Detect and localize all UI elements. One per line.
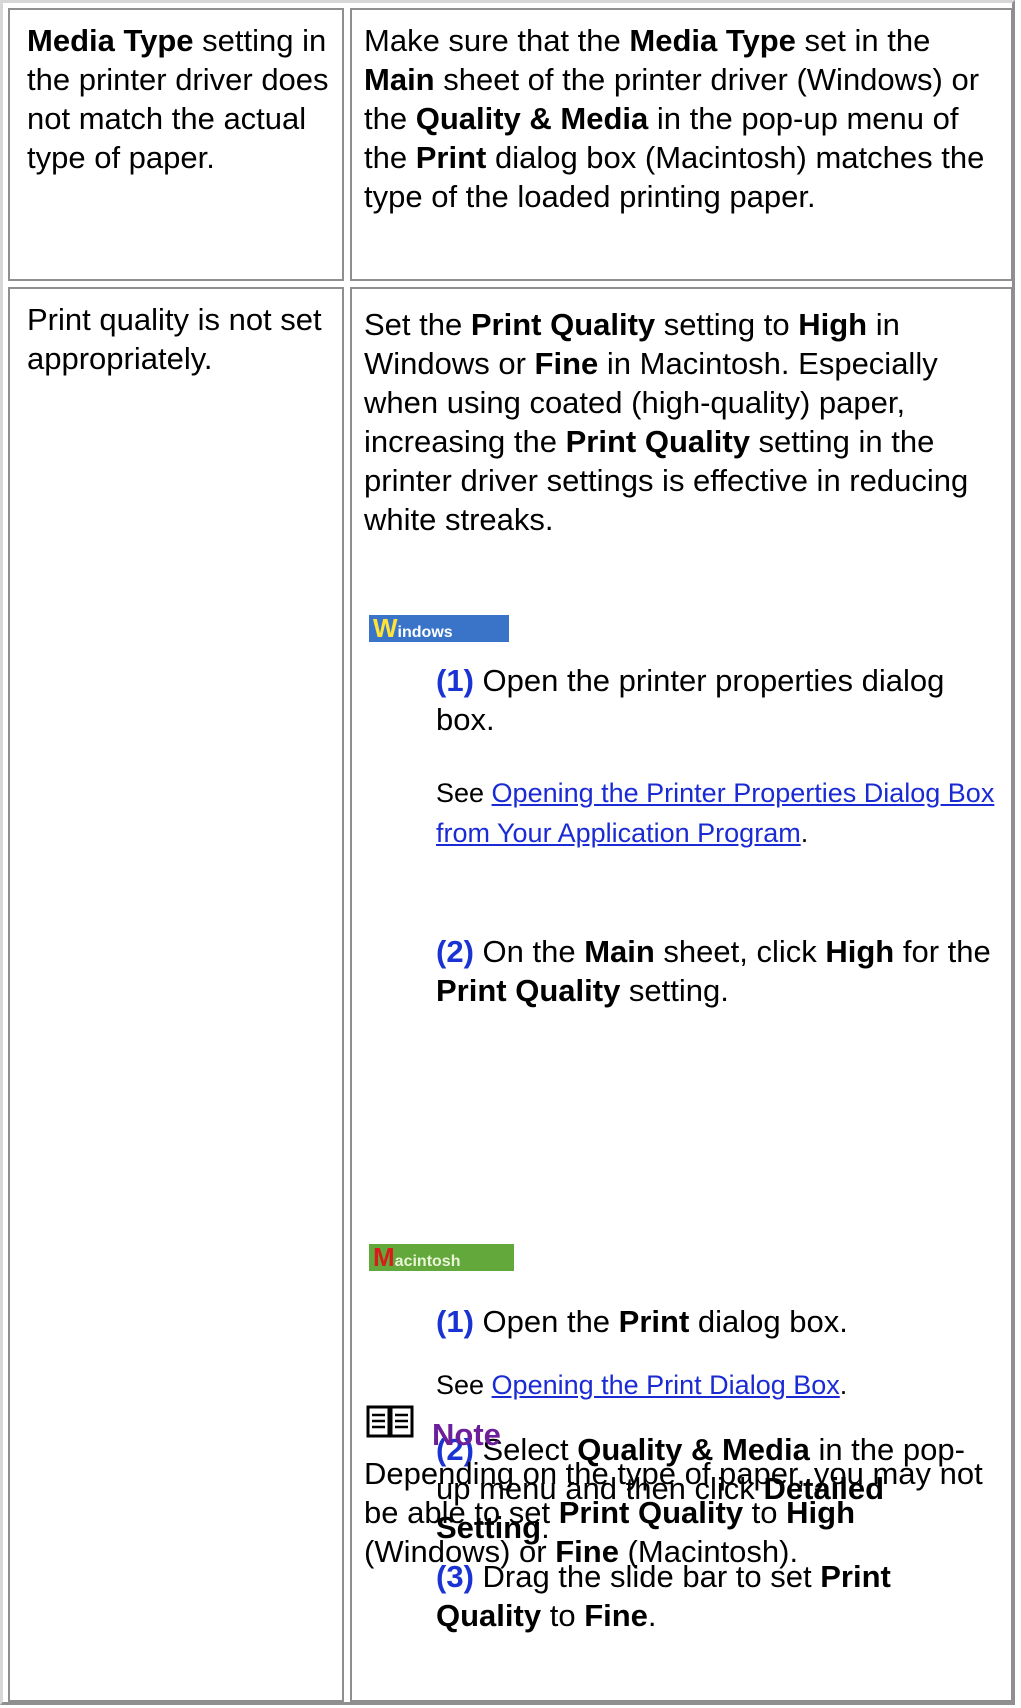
- see-prefix: See: [436, 778, 492, 808]
- text: On the: [473, 934, 585, 969]
- see-suffix: .: [839, 1370, 848, 1400]
- step-number: (1): [436, 1304, 474, 1339]
- bold-term: High: [786, 1495, 856, 1530]
- note-body: Depending on the type of paper, you may …: [364, 1454, 1001, 1571]
- cause-cell-media-type: Media Type setting in the printer driver…: [8, 8, 344, 281]
- badge-initial: W: [373, 613, 398, 643]
- text: set in the: [795, 23, 931, 58]
- solution-text: Make sure that the Media Type set in the…: [364, 21, 1005, 216]
- bold-term: Media Type: [629, 23, 796, 58]
- bold-term: High: [798, 307, 868, 342]
- macintosh-badge: Macintosh: [369, 1244, 514, 1271]
- bold-term: High: [825, 934, 895, 969]
- print-dialog-link[interactable]: Opening the Print Dialog Box: [492, 1370, 840, 1400]
- book-icon: [366, 1404, 414, 1449]
- solution-cell-media-type: Make sure that the Media Type set in the…: [350, 8, 1013, 281]
- text: Open the: [473, 1304, 619, 1339]
- cause-text: Print quality is not set appropriately.: [27, 302, 322, 376]
- see-suffix: .: [800, 818, 809, 848]
- see-prefix: See: [436, 1370, 492, 1400]
- bold-term: Fine: [555, 1534, 619, 1569]
- text: to: [743, 1495, 787, 1530]
- windows-badge: Windows: [369, 615, 509, 642]
- book-icon-svg: [366, 1405, 414, 1438]
- bold-term: Print Quality: [558, 1495, 744, 1530]
- text: (Windows) or: [364, 1534, 556, 1569]
- bold-term: Quality & Media: [415, 101, 649, 136]
- bold-term: Fine: [584, 1598, 648, 1633]
- text: dialog box.: [689, 1304, 848, 1339]
- bold-term: Main: [584, 934, 655, 969]
- bold-term: Print Quality: [470, 307, 656, 342]
- cause-bold: Media Type: [27, 23, 194, 58]
- windows-step-2: (2) On the Main sheet, click High for th…: [436, 932, 999, 1010]
- mac-step-1: (1) Open the Print dialog box.: [436, 1302, 999, 1341]
- badge-rest: acintosh: [394, 1253, 461, 1270]
- text: Set the: [364, 307, 471, 342]
- text: setting to: [655, 307, 799, 342]
- step-number: (2): [436, 934, 474, 969]
- bold-term: Print: [618, 1304, 690, 1339]
- bold-term: Print Quality: [436, 973, 621, 1008]
- note-title: Note: [432, 1417, 501, 1452]
- solution-intro: Set the Print Quality setting to High in…: [364, 305, 1005, 539]
- cause-text: Media Type setting in the printer driver…: [27, 21, 336, 177]
- windows-step-1: (1) Open the printer properties dialog b…: [436, 661, 999, 739]
- bold-term: Fine: [534, 346, 599, 381]
- text: Make sure that the: [364, 23, 630, 58]
- cause-cell-print-quality: Print quality is not set appropriately.: [8, 287, 344, 1702]
- step-number: (1): [436, 663, 474, 698]
- mac-see-reference: See Opening the Print Dialog Box.: [436, 1365, 999, 1405]
- text: to: [541, 1598, 585, 1633]
- bold-term: Print: [415, 140, 487, 175]
- text: sheet, click: [654, 934, 826, 969]
- text: for the: [894, 934, 991, 969]
- badge-initial: M: [373, 1242, 395, 1272]
- windows-see-reference: See Opening the Printer Properties Dialo…: [436, 773, 999, 853]
- text: (Macintosh).: [618, 1534, 799, 1569]
- text: .: [647, 1598, 657, 1633]
- solution-cell-print-quality: Set the Print Quality setting to High in…: [350, 287, 1013, 1702]
- text: setting.: [620, 973, 729, 1008]
- badge-rest: indows: [397, 624, 453, 641]
- troubleshooting-table: Media Type setting in the printer driver…: [0, 0, 1015, 1705]
- bold-term: Main: [364, 62, 435, 97]
- bold-term: Print Quality: [565, 424, 750, 459]
- step-text: Open the printer properties dialog box.: [436, 663, 945, 737]
- printer-properties-link[interactable]: Opening the Printer Properties Dialog Bo…: [436, 778, 994, 848]
